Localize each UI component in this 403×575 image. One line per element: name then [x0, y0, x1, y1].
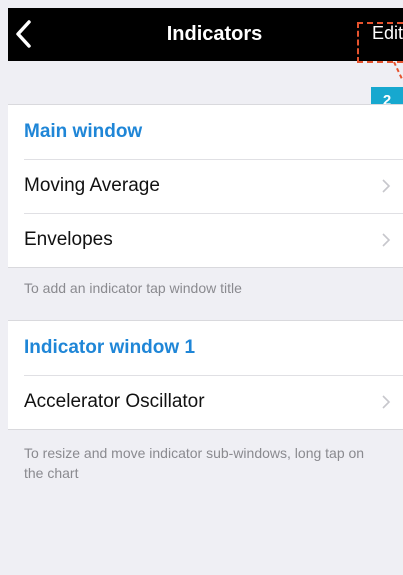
indicator-label: Envelopes — [24, 229, 113, 250]
indicator-item-accelerator-oscillator[interactable]: Accelerator Oscillator — [8, 375, 403, 429]
chevron-right-icon — [382, 395, 391, 409]
main-window-title: Main window — [24, 121, 143, 142]
indicator-window-title: Indicator window 1 — [24, 337, 196, 358]
main-window-header-row[interactable]: Main window — [8, 105, 403, 159]
indicator-label: Accelerator Oscillator — [24, 391, 205, 412]
main-window-section: Main window Moving Average Envelopes — [8, 104, 403, 268]
indicator-window-header-row[interactable]: Indicator window 1 — [8, 321, 403, 375]
indicator-item-moving-average[interactable]: Moving Average — [8, 159, 403, 213]
indicator-window-section: Indicator window 1 Accelerator Oscillato… — [8, 320, 403, 430]
main-window-note: To add an indicator tap window title — [24, 280, 242, 296]
navigation-bar: Indicators Edit — [8, 8, 403, 61]
highlight-pointer — [393, 62, 403, 80]
indicator-item-envelopes[interactable]: Envelopes — [8, 213, 403, 267]
chevron-right-icon — [382, 233, 391, 247]
page-title: Indicators — [166, 23, 263, 45]
indicator-window-note: To resize and move indicator sub-windows… — [24, 445, 365, 481]
indicator-label: Moving Average — [24, 175, 160, 196]
chevron-right-icon — [382, 179, 391, 193]
edit-button[interactable]: Edit — [369, 23, 403, 44]
